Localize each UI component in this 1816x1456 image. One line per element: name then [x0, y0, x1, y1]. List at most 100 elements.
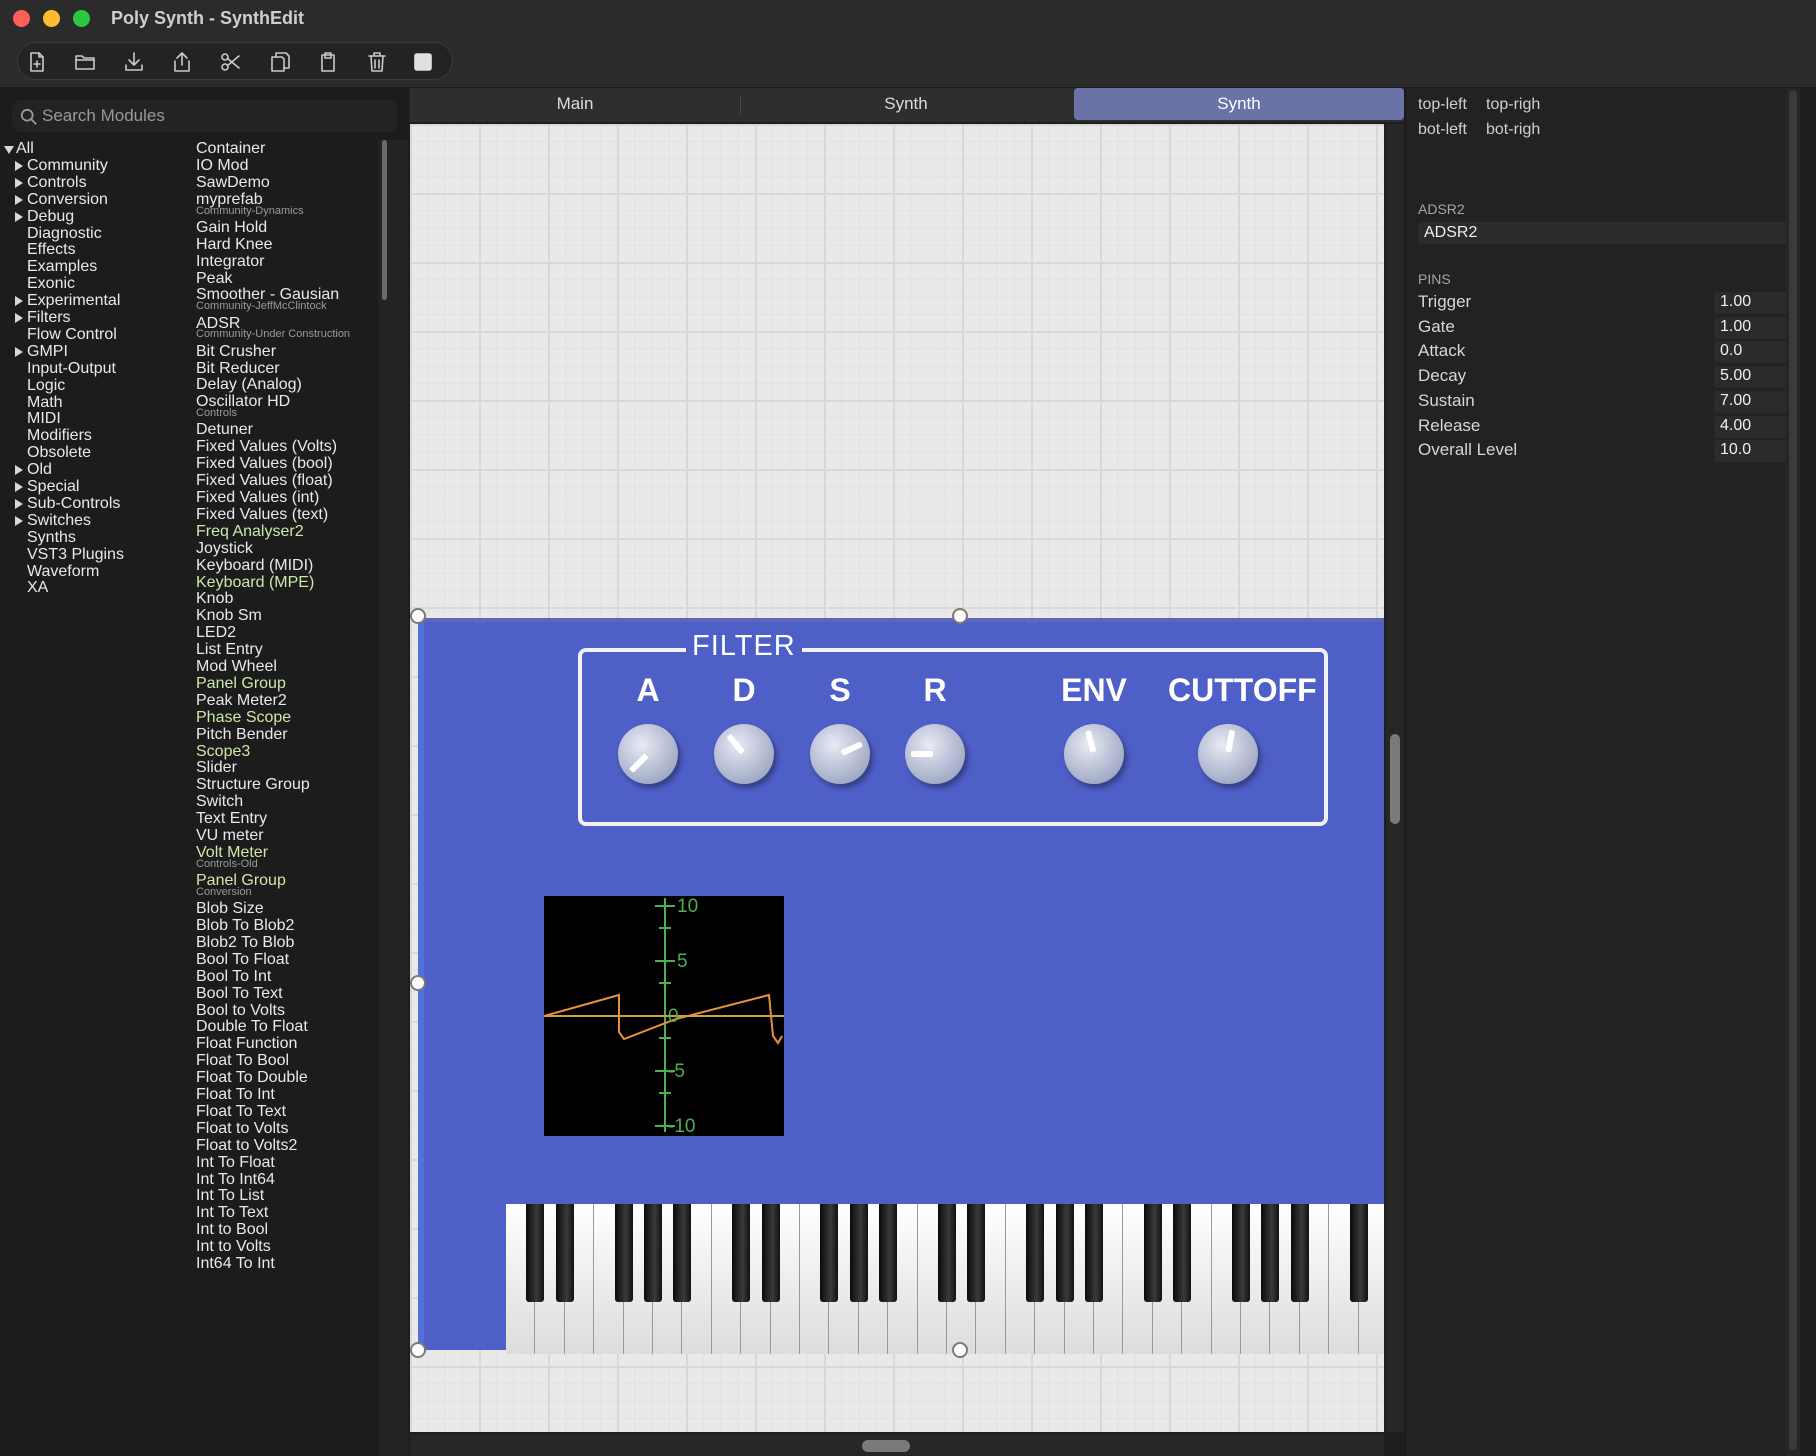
tree-category-label: Synths [27, 528, 76, 546]
search-input[interactable] [42, 104, 382, 128]
save-button[interactable] [117, 47, 151, 77]
close-window-button[interactable] [13, 10, 30, 27]
keyboard-widget[interactable] [506, 1204, 1384, 1354]
collapse-arrow-icon[interactable] [15, 296, 23, 307]
pin-value-field[interactable]: 1.00 [1714, 316, 1794, 339]
module-item[interactable]: Int64 To Int [196, 1255, 275, 1274]
pin-name: Gate [1418, 316, 1455, 336]
black-key[interactable] [1232, 1204, 1250, 1302]
knob-indicator [840, 741, 864, 756]
expand-arrow-icon[interactable] [4, 146, 14, 154]
stop-button[interactable] [406, 47, 440, 77]
canvas-horizontal-scrollbar[interactable] [410, 1434, 1384, 1456]
collapse-arrow-icon[interactable] [15, 498, 23, 509]
resize-handle[interactable] [410, 608, 426, 624]
module-list-scrollbar[interactable] [378, 140, 408, 1456]
open-button[interactable] [68, 47, 102, 77]
share-icon [174, 52, 190, 72]
window-title: Poly Synth - SynthEdit [111, 8, 305, 28]
delete-button[interactable] [360, 47, 394, 77]
export-button[interactable] [165, 47, 199, 77]
knob-r[interactable] [905, 724, 965, 784]
tab-main[interactable]: Main [410, 88, 740, 120]
collapse-arrow-icon[interactable] [15, 482, 23, 492]
pin-value-field[interactable]: 0.0 [1714, 341, 1794, 364]
tab-synth[interactable]: Synth [741, 88, 1071, 120]
black-key[interactable] [673, 1204, 692, 1302]
black-key[interactable] [1055, 1204, 1074, 1302]
pin-value-field[interactable]: 4.00 [1714, 415, 1794, 438]
pin-name: Overall Level [1418, 440, 1518, 460]
pin-value-field[interactable]: 5.00 [1714, 366, 1794, 389]
align-top-right[interactable]: top-righ [1486, 96, 1540, 114]
collapse-arrow-icon[interactable] [15, 515, 23, 526]
resize-handle[interactable] [952, 608, 968, 624]
minimize-window-button[interactable] [43, 10, 60, 27]
collapse-arrow-icon[interactable] [15, 160, 23, 171]
black-key[interactable] [1143, 1204, 1162, 1302]
black-key[interactable] [1173, 1204, 1192, 1302]
tree-category-label: Old [27, 461, 52, 479]
paste-button[interactable] [311, 47, 345, 77]
canvas-horizontal-scroll-thumb[interactable] [862, 1440, 910, 1452]
knob-label: CUTTOFF [1168, 672, 1317, 708]
black-key[interactable] [1026, 1204, 1045, 1302]
knob-cuttoff[interactable] [1198, 724, 1258, 784]
tab-synth-active[interactable]: Synth [1074, 88, 1404, 120]
black-key[interactable] [849, 1204, 868, 1302]
black-key[interactable] [555, 1204, 574, 1302]
copy-button[interactable] [263, 47, 297, 77]
pin-value-field[interactable]: 7.00 [1714, 390, 1794, 413]
new-file-button[interactable] [20, 47, 54, 77]
tree-category-label: Waveform [27, 562, 100, 580]
module-list-scroll-thumb[interactable] [382, 140, 387, 300]
black-key[interactable] [732, 1204, 751, 1302]
resize-handle[interactable] [410, 975, 426, 991]
black-key[interactable] [644, 1204, 662, 1302]
black-key[interactable] [1349, 1204, 1368, 1302]
black-key[interactable] [1261, 1204, 1280, 1302]
collapse-arrow-icon[interactable] [15, 346, 23, 357]
tree-category[interactable]: XA [27, 579, 48, 598]
black-key[interactable] [761, 1204, 780, 1302]
properties-scrollbar[interactable] [1786, 88, 1800, 1456]
align-bottom-right[interactable]: bot-righ [1486, 121, 1540, 139]
collapse-arrow-icon[interactable] [15, 465, 23, 476]
black-key[interactable] [938, 1204, 956, 1302]
black-key[interactable] [879, 1204, 898, 1302]
synth-panel[interactable]: FILTER A D S R ENV CUTTOFF 10 5 0 -5 -10 [418, 618, 1384, 1354]
tree-category-label: All [16, 140, 34, 157]
black-key[interactable] [1290, 1204, 1309, 1302]
canvas-vertical-scroll-thumb[interactable] [1390, 734, 1400, 824]
collapse-arrow-icon[interactable] [15, 177, 23, 188]
resize-handle[interactable] [952, 1342, 968, 1358]
knob-a[interactable] [618, 724, 678, 784]
module-name-field[interactable]: ADSR2 [1418, 222, 1794, 244]
pin-value-field[interactable]: 10.0 [1714, 440, 1794, 463]
title-bar: Poly Synth - SynthEdit [0, 0, 1816, 38]
panel-editor-canvas[interactable]: FILTER A D S R ENV CUTTOFF 10 5 0 -5 -10 [410, 124, 1384, 1432]
black-key[interactable] [614, 1204, 633, 1302]
black-key[interactable] [967, 1204, 986, 1302]
tree-category-label: Modifiers [27, 427, 92, 445]
knob-env[interactable] [1064, 724, 1124, 784]
properties-scroll-thumb[interactable] [1789, 90, 1797, 1450]
collapse-arrow-icon[interactable] [15, 211, 23, 222]
search-box[interactable] [12, 100, 398, 132]
black-key[interactable] [1085, 1204, 1103, 1302]
knob-s[interactable] [810, 724, 870, 784]
resize-handle[interactable] [410, 1342, 426, 1358]
collapse-arrow-icon[interactable] [15, 313, 23, 323]
cut-button[interactable] [214, 47, 248, 77]
canvas-vertical-scrollbar[interactable] [1386, 124, 1404, 1432]
knob-d[interactable] [714, 724, 774, 784]
black-key[interactable] [820, 1204, 839, 1302]
module-list: Container IO Mod SawDemo myprefab Community-… [196, 140, 376, 1456]
maximize-window-button[interactable] [73, 10, 90, 27]
align-top-left[interactable]: top-left [1418, 96, 1467, 114]
black-key[interactable] [526, 1204, 545, 1302]
pin-value-field[interactable]: 1.00 [1714, 292, 1794, 314]
collapse-arrow-icon[interactable] [15, 194, 23, 205]
align-bottom-left[interactable]: bot-left [1418, 121, 1467, 139]
tree-category-label: Examples [27, 258, 98, 276]
